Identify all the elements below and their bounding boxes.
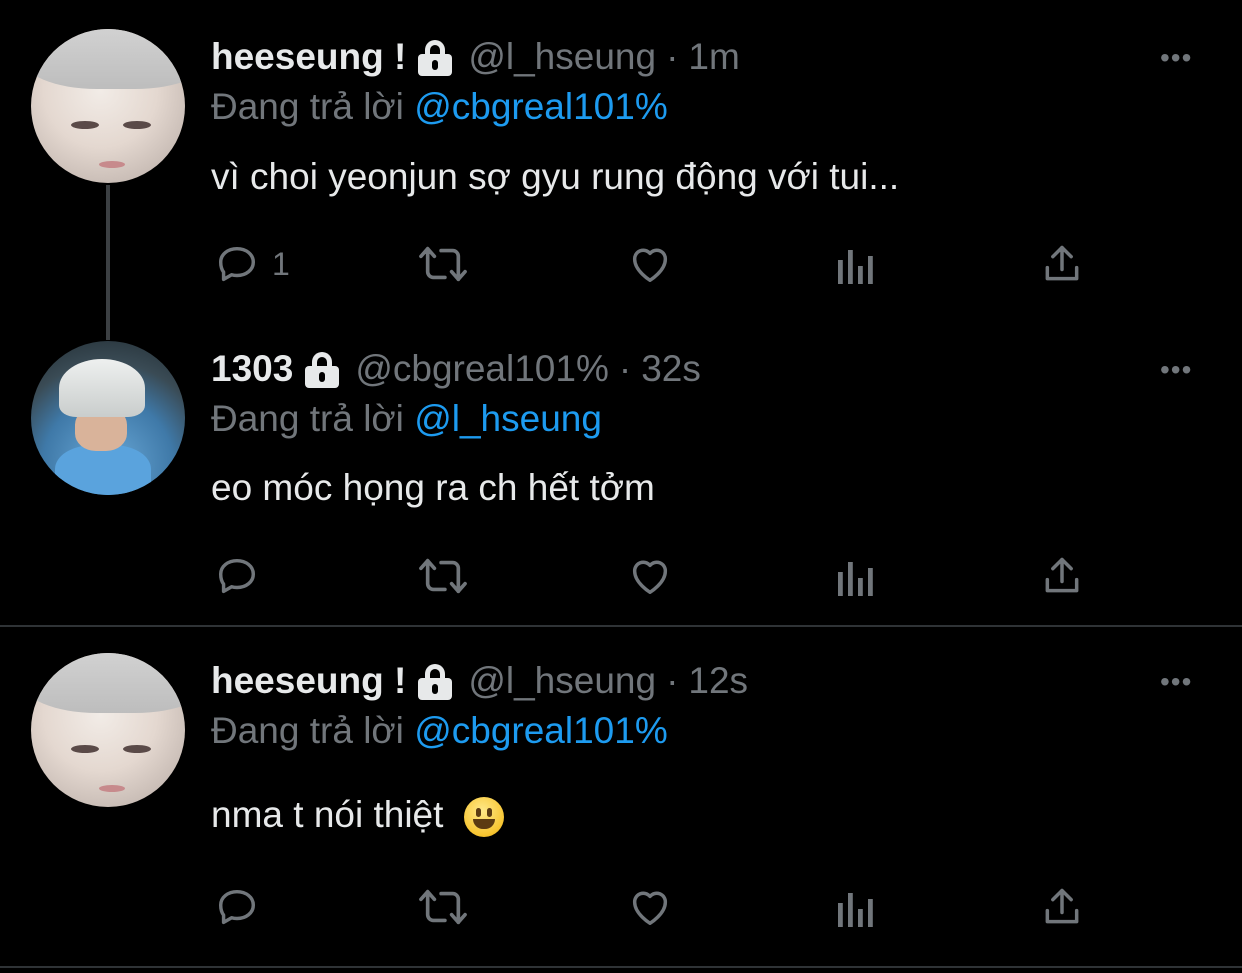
replying-to: Đang trả lời @cbgreal101% bbox=[211, 86, 668, 128]
tweet-text: vì choi yeonjun sợ gyu rung động với tui… bbox=[211, 156, 900, 197]
more-icon[interactable]: ••• bbox=[1160, 354, 1192, 386]
share-icon bbox=[1045, 245, 1079, 281]
tweet[interactable]: 1303 @cbgreal101% · 32s ••• Đang trả lời… bbox=[0, 312, 1242, 626]
analytics-icon bbox=[838, 562, 873, 596]
replying-prefix: Đang trả lời bbox=[211, 398, 404, 439]
replying-prefix: Đang trả lời bbox=[211, 710, 404, 751]
replying-to: Đang trả lời @l_hseung bbox=[211, 398, 602, 440]
like-button[interactable] bbox=[626, 240, 674, 288]
lock-icon bbox=[303, 350, 341, 388]
tweet-text: eo móc họng ra ch hết tởm bbox=[211, 467, 655, 508]
separator: · bbox=[666, 36, 679, 77]
separator: · bbox=[618, 348, 632, 389]
tweet-header: heeseung ! @l_hseung · 12s bbox=[211, 660, 748, 702]
like-button[interactable] bbox=[626, 552, 674, 600]
retweet-icon bbox=[419, 246, 467, 282]
tweet-text: nma t nói thiệt bbox=[211, 794, 454, 835]
tweet[interactable]: heeseung ! @l_hseung · 1m ••• Đang trả l… bbox=[0, 0, 1242, 340]
display-name[interactable]: heeseung ! bbox=[211, 660, 406, 702]
reply-button[interactable]: 1 bbox=[214, 240, 290, 288]
display-name[interactable]: heeseung ! bbox=[211, 36, 406, 78]
grinning-face-emoji-icon bbox=[463, 797, 504, 838]
heart-icon bbox=[632, 560, 668, 595]
heart-icon bbox=[632, 248, 668, 283]
tweet[interactable]: heeseung ! @l_hseung · 12s ••• Đang trả … bbox=[0, 627, 1242, 966]
tweet-header: heeseung ! @l_hseung · 1m bbox=[211, 36, 740, 78]
retweet-button[interactable] bbox=[416, 552, 470, 600]
share-icon bbox=[1045, 557, 1079, 593]
analytics-icon bbox=[838, 893, 873, 927]
reply-icon bbox=[218, 889, 256, 925]
retweet-icon bbox=[419, 558, 467, 594]
tweet-text-container: nma t nói thiệt bbox=[211, 794, 504, 838]
tweet-header: 1303 @cbgreal101% · 32s bbox=[211, 348, 701, 390]
timestamp[interactable]: 1m bbox=[688, 36, 739, 78]
mention-link[interactable]: @l_hseung bbox=[414, 398, 602, 439]
reply-icon bbox=[218, 246, 256, 282]
lock-icon bbox=[416, 662, 454, 700]
replying-prefix: Đang trả lời bbox=[211, 86, 404, 127]
reply-button[interactable] bbox=[214, 552, 272, 600]
like-button[interactable] bbox=[626, 883, 674, 931]
timestamp[interactable]: 32s bbox=[641, 348, 701, 390]
share-button[interactable] bbox=[1040, 240, 1084, 288]
retweet-button[interactable] bbox=[416, 240, 470, 288]
action-bar bbox=[0, 552, 1242, 602]
separator: · bbox=[666, 660, 679, 701]
action-bar bbox=[0, 883, 1242, 933]
handle[interactable]: @l_hseung bbox=[468, 660, 656, 702]
share-icon bbox=[1045, 888, 1079, 924]
views-button[interactable] bbox=[836, 883, 876, 931]
mention-link[interactable]: @cbgreal101% bbox=[414, 710, 668, 751]
avatar[interactable] bbox=[31, 653, 185, 807]
handle[interactable]: @cbgreal101% bbox=[355, 348, 609, 390]
display-name[interactable]: 1303 bbox=[211, 348, 293, 390]
lock-icon bbox=[416, 38, 454, 76]
action-bar: 1 bbox=[0, 240, 1242, 290]
replying-to: Đang trả lời @cbgreal101% bbox=[211, 710, 668, 752]
views-button[interactable] bbox=[836, 240, 876, 288]
analytics-icon bbox=[838, 250, 873, 284]
heart-icon bbox=[632, 891, 668, 926]
views-button[interactable] bbox=[836, 552, 876, 600]
more-icon[interactable]: ••• bbox=[1160, 42, 1192, 74]
share-button[interactable] bbox=[1040, 552, 1084, 600]
mention-link[interactable]: @cbgreal101% bbox=[414, 86, 668, 127]
divider bbox=[0, 966, 1242, 968]
reply-count: 1 bbox=[272, 245, 290, 282]
share-button[interactable] bbox=[1040, 883, 1084, 931]
retweet-icon bbox=[419, 889, 467, 925]
avatar[interactable] bbox=[31, 29, 185, 183]
reply-button[interactable] bbox=[214, 883, 272, 931]
reply-icon bbox=[218, 558, 256, 594]
retweet-button[interactable] bbox=[416, 883, 470, 931]
avatar[interactable] bbox=[31, 341, 185, 495]
handle[interactable]: @l_hseung bbox=[468, 36, 656, 78]
more-icon[interactable]: ••• bbox=[1160, 666, 1192, 698]
timestamp[interactable]: 12s bbox=[688, 660, 748, 702]
